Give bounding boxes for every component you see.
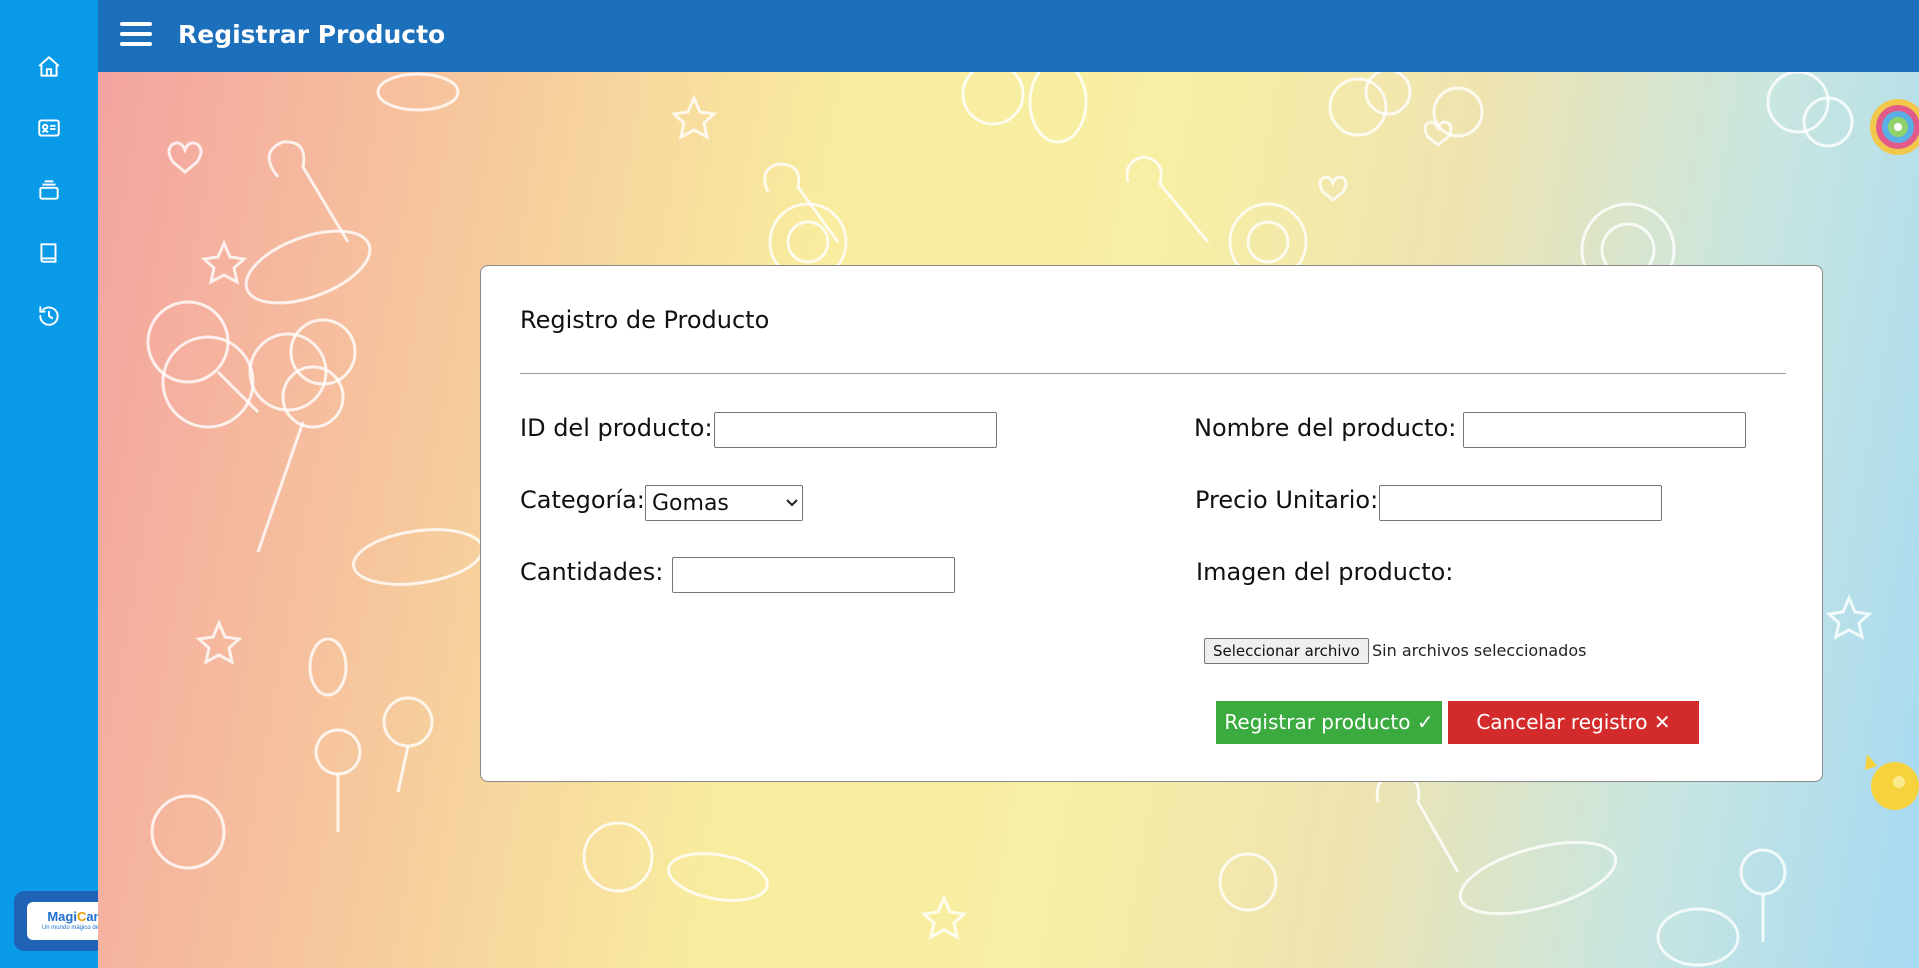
sidebar: MagiCandy Un mundo mágico de sabores [0, 0, 150, 968]
book-icon [40, 243, 57, 263]
product-name-input[interactable] [1463, 412, 1746, 448]
category-select-value: Gomas [652, 490, 729, 516]
swirl-lollipop-decoration [1870, 99, 1919, 155]
category-select[interactable]: Gomas [645, 485, 803, 521]
app: MagiCandy Un mundo mágico de sabores Reg… [0, 0, 1919, 968]
sidebar-item-inventory[interactable] [0, 170, 98, 210]
select-file-button[interactable]: Seleccionar archivo [1204, 638, 1369, 664]
quantity-input[interactable] [672, 557, 955, 593]
sidebar-item-history[interactable] [0, 296, 98, 336]
home-icon [38, 56, 60, 77]
product-name-label: Nombre del producto: [1194, 414, 1457, 442]
register-product-button[interactable]: Registrar producto ✓ [1216, 701, 1442, 744]
product-id-label: ID del producto: [520, 414, 713, 442]
cancel-registration-button[interactable]: Cancelar registro ✕ [1448, 701, 1699, 744]
product-id-input[interactable] [714, 412, 997, 448]
form-title: Registro de Producto [520, 306, 770, 334]
top-header: Registrar Producto [98, 0, 1919, 72]
sidebar-item-catalog[interactable] [0, 233, 98, 273]
id-card-icon [38, 119, 60, 137]
product-form-card: Registro de Producto ID del producto: Ca… [480, 265, 1823, 782]
quantity-label: Cantidades: [520, 558, 664, 586]
product-image-label: Imagen del producto: [1196, 558, 1454, 586]
sidebar-item-home[interactable] [0, 47, 98, 87]
hamburger-menu-icon[interactable] [120, 22, 152, 48]
history-icon [39, 306, 59, 326]
chevron-down-icon [782, 499, 802, 507]
unit-price-label: Precio Unitario: [1195, 486, 1379, 514]
page-title: Registrar Producto [178, 20, 446, 49]
form-divider [520, 373, 1786, 374]
stack-icon [39, 180, 59, 200]
sidebar-item-profile[interactable] [0, 108, 98, 148]
category-label: Categoría: [520, 486, 645, 514]
yellow-candy-decoration [1865, 754, 1919, 810]
unit-price-input[interactable] [1379, 485, 1662, 521]
file-status-text: Sin archivos seleccionados [1372, 641, 1587, 660]
